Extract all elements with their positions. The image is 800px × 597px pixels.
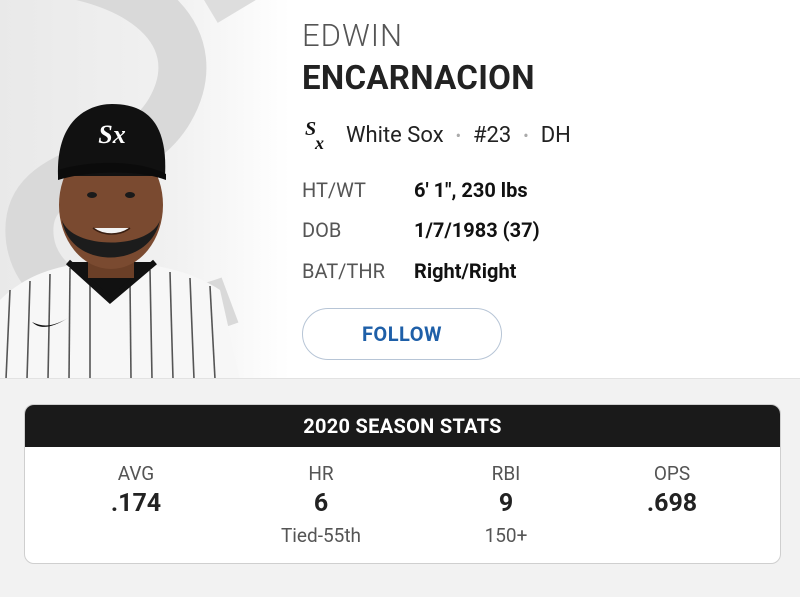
bio-label: DOB [302,218,342,242]
separator-dot: • [455,125,462,145]
stat-label: AVG [117,462,155,485]
stat-rank: 150+ [484,524,528,547]
stat-hr: HR 6 Tied-55th [231,461,411,551]
stat-avg: AVG .174 [46,461,226,551]
stat-label: HR [308,462,334,485]
team-name[interactable]: White Sox [346,123,444,148]
divider [0,378,800,379]
stat-label: OPS [653,462,691,485]
player-header: Sx EDWIN ENCARNACION S x White Sox • #23… [0,0,800,379]
bio-row-height-weight: HT/WT 6' 1", 230 lbs [302,175,528,205]
stat-rank: Tied-55th [280,524,362,547]
stat-rank [582,521,762,551]
stat-value: 6 [313,489,329,518]
player-last-name: ENCARNACION [302,59,535,98]
bio-value: 6' 1", 230 lbs [414,178,528,202]
season-stats-title: 2020 SEASON STATS [25,405,780,447]
bio-value: 1/7/1983 (37) [414,218,540,242]
bio-row-dob: DOB 1/7/1983 (37) [302,215,540,245]
player-first-name: EDWIN [302,17,404,54]
white-sox-logo-icon[interactable]: S x [302,115,338,155]
bio-label: HT/WT [302,178,366,202]
stat-ops: OPS .698 [582,461,762,551]
player-position: DH [540,122,571,148]
stat-value: 9 [498,489,514,518]
team-info-row: S x White Sox • #23 • DH [302,115,571,155]
stat-value: .174 [110,489,162,518]
stat-value: .698 [646,489,698,518]
svg-text:Sx: Sx [98,120,125,149]
follow-button[interactable]: FOLLOW [302,308,502,360]
stat-label: RBI [491,462,521,485]
bio-value: Right/Right [414,259,517,283]
bio-row-bat-throw: BAT/THR Right/Right [302,256,516,286]
player-headshot-image: Sx [0,0,256,379]
stat-rank [46,521,226,551]
svg-text:x: x [314,133,324,153]
jersey-number: #23 [473,122,512,148]
player-photo: Sx [0,0,290,379]
stat-rbi: RBI 9 150+ [416,461,596,551]
season-stats-card: 2020 SEASON STATS AVG .174 HR 6 Tied-55t… [24,404,781,564]
separator-dot: • [523,125,529,145]
bio-label: BAT/THR [302,259,385,283]
